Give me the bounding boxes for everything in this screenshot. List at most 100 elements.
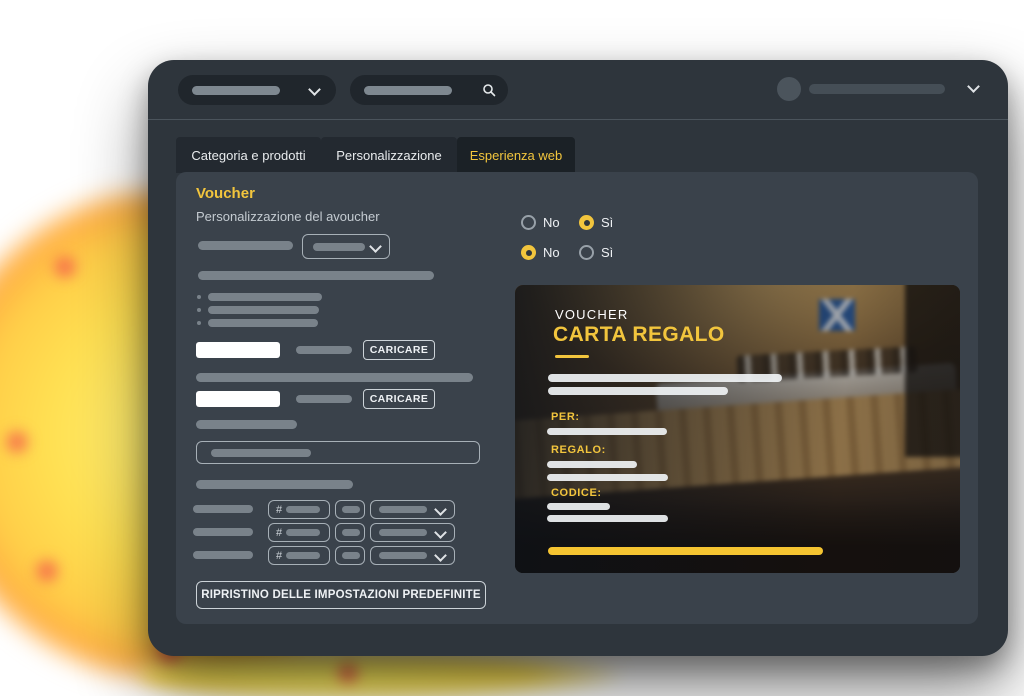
bullet-text-placeholder: [208, 319, 318, 327]
file-name-placeholder: [296, 395, 352, 403]
radio-option-no[interactable]: No: [521, 215, 560, 230]
search-input[interactable]: [350, 75, 508, 105]
blob-speckle: [30, 556, 64, 586]
chevron-down-icon: [308, 83, 321, 96]
text-placeholder: [196, 373, 473, 382]
placeholder-bar: [379, 506, 427, 513]
text-placeholder: [548, 374, 782, 382]
field-label-placeholder: [196, 480, 353, 489]
placeholder-bar: [342, 552, 360, 559]
number-input[interactable]: #: [268, 546, 330, 565]
tab-bar: Categoria e prodotti Personalizzazione E…: [176, 137, 575, 173]
bullet-text-placeholder: [208, 293, 322, 301]
hash-prefix: #: [276, 504, 282, 516]
upload-button[interactable]: CARICARE: [363, 340, 435, 360]
small-input[interactable]: [335, 500, 365, 519]
placeholder-bar: [313, 243, 365, 251]
field-label-codice: CODICE:: [551, 487, 602, 499]
row-select[interactable]: [370, 523, 455, 542]
color-swatch[interactable]: [196, 391, 280, 407]
value-placeholder: [547, 474, 668, 481]
hash-prefix: #: [276, 527, 282, 539]
placeholder-bar: [286, 529, 320, 536]
chevron-down-icon: [434, 549, 447, 562]
voucher-preview-card: VOUCHER CARTA REGALO PER: REGALO: CODICE…: [515, 285, 960, 573]
username-placeholder-bar: [809, 84, 945, 94]
text-placeholder: [198, 271, 434, 280]
topbar-dropdown[interactable]: [178, 75, 336, 105]
voucher-kicker: VOUCHER: [555, 307, 628, 322]
blob-speckle: [330, 660, 366, 686]
avatar[interactable]: [777, 77, 801, 101]
radio-label: Sì: [601, 215, 613, 230]
page: Categoria e prodotti Personalizzazione E…: [0, 0, 1024, 696]
number-input[interactable]: #: [268, 500, 330, 519]
radio-label: No: [543, 215, 560, 230]
row-select[interactable]: [370, 546, 455, 565]
placeholder-bar: [379, 529, 427, 536]
value-placeholder: [547, 515, 668, 522]
chevron-down-icon: [434, 503, 447, 516]
radio-option-si[interactable]: Sì: [579, 245, 613, 260]
account-chevron-down-icon[interactable]: [967, 80, 980, 93]
row-select[interactable]: [370, 500, 455, 519]
tab-categoria-e-prodotti[interactable]: Categoria e prodotti: [176, 137, 321, 173]
hash-prefix: #: [276, 550, 282, 562]
value-placeholder: [547, 461, 637, 468]
field-label-placeholder: [196, 420, 297, 429]
radio-button[interactable]: [579, 215, 594, 230]
bullet-dot: [197, 321, 201, 325]
radio-button[interactable]: [521, 245, 536, 260]
blob-speckle: [48, 252, 82, 282]
number-input[interactable]: #: [268, 523, 330, 542]
color-swatch[interactable]: [196, 342, 280, 358]
accent-bar: [548, 547, 823, 555]
top-bar: [148, 60, 1008, 119]
topbar-divider: [148, 119, 1008, 120]
value-placeholder: [547, 428, 667, 435]
title-underline: [555, 355, 589, 358]
radio-option-si[interactable]: Sì: [579, 215, 613, 230]
voucher-title: CARTA REGALO: [553, 323, 725, 347]
row-label-placeholder: [193, 551, 253, 559]
bullet-dot: [197, 295, 201, 299]
field-label-placeholder: [198, 241, 293, 250]
bullet-text-placeholder: [208, 306, 319, 314]
tab-personalizzazione[interactable]: Personalizzazione: [321, 137, 457, 173]
voucher-card-content: VOUCHER CARTA REGALO PER: REGALO: CODICE…: [515, 285, 960, 573]
text-placeholder: [548, 387, 728, 395]
tab-esperienza-web[interactable]: Esperienza web: [457, 137, 575, 173]
placeholder-bar: [379, 552, 427, 559]
field-label-regalo: REGALO:: [551, 444, 606, 456]
bullet-dot: [197, 308, 201, 312]
upload-button[interactable]: CARICARE: [363, 389, 435, 409]
radio-label: No: [543, 245, 560, 260]
placeholder-bar: [342, 506, 360, 513]
radio-button[interactable]: [579, 245, 594, 260]
search-icon: [482, 83, 496, 97]
content-panel: Voucher Personalizzazione del avoucher C…: [176, 172, 978, 624]
field-label-per: PER:: [551, 411, 580, 423]
blob-speckle: [2, 425, 32, 459]
placeholder-bar: [286, 552, 320, 559]
section-title: Voucher: [196, 185, 255, 202]
row-label-placeholder: [193, 528, 253, 536]
small-select[interactable]: [302, 234, 390, 259]
small-input[interactable]: [335, 523, 365, 542]
radio-button[interactable]: [521, 215, 536, 230]
placeholder-bar: [286, 506, 320, 513]
placeholder-bar: [211, 449, 311, 457]
value-placeholder: [547, 503, 610, 510]
radio-label: Sì: [601, 245, 613, 260]
section-subtitle: Personalizzazione del avoucher: [196, 209, 380, 224]
placeholder-bar: [342, 529, 360, 536]
placeholder-bar: [364, 86, 452, 95]
radio-option-no[interactable]: No: [521, 245, 560, 260]
app-window: Categoria e prodotti Personalizzazione E…: [148, 60, 1008, 656]
placeholder-bar: [192, 86, 280, 95]
reset-defaults-button[interactable]: RIPRISTINO DELLE IMPOSTAZIONI PREDEFINIT…: [196, 581, 486, 609]
text-input[interactable]: [196, 441, 480, 464]
row-label-placeholder: [193, 505, 253, 513]
small-input[interactable]: [335, 546, 365, 565]
chevron-down-icon: [434, 526, 447, 539]
